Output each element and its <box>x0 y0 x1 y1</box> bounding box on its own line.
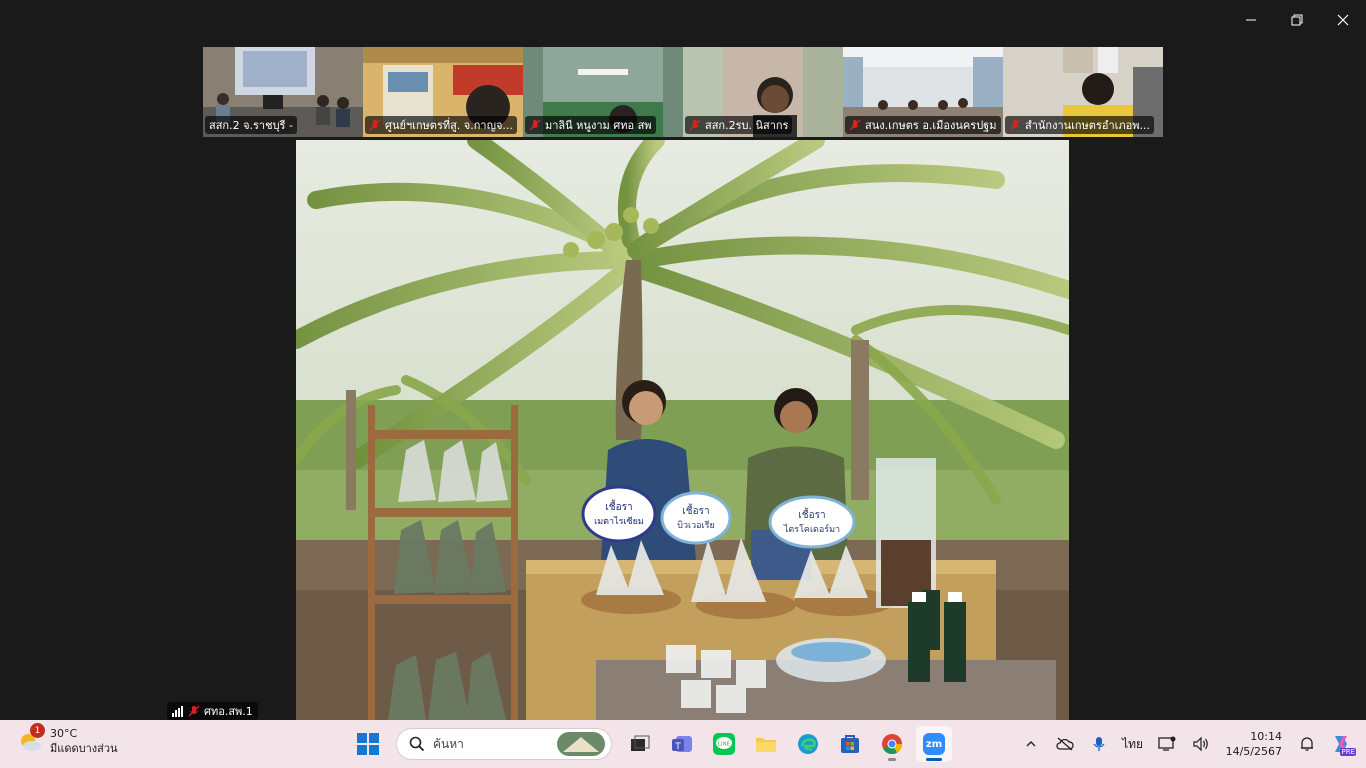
close-button[interactable] <box>1320 0 1366 40</box>
minimize-button[interactable] <box>1228 0 1274 40</box>
weather-widget[interactable]: 1 30°C มีแดดบางส่วน <box>16 723 118 756</box>
copilot-button[interactable]: PRE <box>1326 729 1356 759</box>
search-icon <box>409 736 425 752</box>
participant-name-tag: มาลินี หนูงาม ศทอ สพ <box>525 116 656 134</box>
participant-name-tag: ศูนย์ฯเกษตรที่สู. จ.กาญจ... <box>365 116 517 134</box>
start-button[interactable] <box>350 726 386 762</box>
mic-muted-icon <box>369 119 381 131</box>
minimize-icon <box>1246 19 1256 21</box>
microphone-button[interactable] <box>1084 729 1114 759</box>
participant-tile[interactable]: สสก.2รบ. นิสากร <box>683 47 843 137</box>
participant-name: สนง.เกษตร อ.เมืองนครปฐม <box>865 119 997 132</box>
participant-tile[interactable]: สำนักงานเกษตรอำเภอพ... <box>1003 47 1163 137</box>
volume-button[interactable] <box>1186 729 1216 759</box>
clock[interactable]: 10:14 14/5/2567 <box>1226 729 1282 759</box>
sign-line2: ไตรโคเดอร์มา <box>783 523 840 535</box>
weather-temp: 30°C <box>50 727 78 740</box>
mic-muted-icon <box>529 119 541 131</box>
svg-text:LINE: LINE <box>718 742 731 748</box>
restore-icon <box>1291 14 1303 26</box>
notification-badge: 1 <box>30 723 45 738</box>
mic-muted-icon <box>188 705 200 717</box>
line-icon: LINE <box>713 733 735 755</box>
self-view-name: ศทอ.สพ.1 <box>204 705 253 718</box>
weather-desc: มีแดดบางส่วน <box>50 742 118 755</box>
sign-line1: เชื้อรา <box>605 499 632 513</box>
participant-name: ศูนย์ฯเกษตรที่สู. จ.กาญจ... <box>385 119 513 132</box>
start-icon <box>357 733 379 755</box>
taskbar: 1 30°C มีแดดบางส่วน ค้นหา T LINE zm ไทย … <box>0 720 1366 768</box>
clock-date: 14/5/2567 <box>1225 745 1282 758</box>
sign-beauveria: เชื้อรา บิวเวอเรีย <box>660 491 732 545</box>
taskbar-search[interactable]: ค้นหา <box>396 728 612 760</box>
participant-tile[interactable]: ศูนย์ฯเกษตรที่สู. จ.กาญจ... <box>363 47 523 137</box>
participant-name-tag: สำนักงานเกษตรอำเภอพ... <box>1005 116 1155 134</box>
network-button[interactable] <box>1152 729 1182 759</box>
participant-name-tag: สนง.เกษตร อ.เมืองนครปฐม <box>845 116 1001 134</box>
network-icon <box>1157 736 1176 751</box>
participant-name-tag: สสก.2 จ.ราชบุรี - <box>205 116 297 134</box>
microphone-icon <box>1093 737 1105 751</box>
signal-strength-icon <box>172 705 183 717</box>
zoom-button[interactable]: zm <box>916 726 952 762</box>
mic-muted-icon <box>689 119 701 131</box>
search-placeholder: ค้นหา <box>433 736 464 751</box>
notifications-button[interactable] <box>1292 729 1322 759</box>
participant-name: สำนักงานเกษตรอำเภอพ... <box>1025 119 1151 132</box>
restore-button[interactable] <box>1274 0 1320 40</box>
copilot-badge: PRE <box>1340 748 1356 756</box>
cloud-offline-icon <box>1056 737 1074 751</box>
edge-button[interactable] <box>790 726 826 762</box>
running-indicator <box>888 758 896 761</box>
line-button[interactable]: LINE <box>706 726 742 762</box>
zoom-icon-label: zm <box>925 738 943 750</box>
svg-text:T: T <box>674 742 681 752</box>
chrome-icon <box>882 734 903 755</box>
active-speaker-video[interactable]: เชื้อรา เมตาไรเซียม เชื้อรา บิวเวอเรีย เ… <box>296 140 1069 720</box>
sign-line2: เมตาไรเซียม <box>594 516 644 527</box>
file-explorer-icon <box>756 738 776 752</box>
sign-trichoderma: เชื้อรา ไตรโคเดอร์มา <box>768 495 856 549</box>
chrome-button[interactable] <box>874 726 910 762</box>
show-hidden-icons-button[interactable] <box>1016 729 1046 759</box>
teams-button[interactable]: T <box>664 726 700 762</box>
participant-name: มาลินี หนูงาม ศทอ สพ <box>545 119 652 132</box>
store-icon <box>841 735 859 753</box>
teams-icon: T <box>672 736 692 752</box>
bell-icon <box>1301 737 1313 751</box>
task-view-button[interactable] <box>622 726 658 762</box>
participant-tile[interactable]: สนง.เกษตร อ.เมืองนครปฐม <box>843 47 1003 137</box>
input-language-button[interactable]: ไทย <box>1118 729 1148 759</box>
system-tray: ไทย 10:14 14/5/2567 PRE <box>1016 724 1356 764</box>
sign-metarhizium: เชื้อรา เมตาไรเซียม <box>581 485 657 543</box>
edge-icon <box>798 734 818 754</box>
task-view-icon <box>631 735 650 751</box>
sign-line1: เชื้อรา <box>682 503 709 517</box>
onedrive-button[interactable] <box>1050 729 1080 759</box>
participant-tile[interactable]: มาลินี หนูงาม ศทอ สพ <box>523 47 683 137</box>
self-view-label: ศทอ.สพ.1 <box>167 702 258 720</box>
participant-name: สสก.2รบ. นิสากร <box>705 119 789 132</box>
participant-name-tag: สสก.2รบ. นิสากร <box>685 116 793 134</box>
sign-line1: เชื้อรา <box>798 507 825 521</box>
store-button[interactable] <box>832 726 868 762</box>
participant-tile[interactable]: สสก.2 จ.ราชบุรี - <box>203 47 363 137</box>
sign-line2: บิวเวอเรีย <box>677 520 715 531</box>
language-label: ไทย <box>1122 736 1144 751</box>
search-highlight-icon <box>557 732 605 756</box>
active-indicator <box>926 758 942 761</box>
taskbar-apps: ค้นหา T LINE zm <box>350 724 952 764</box>
mic-muted-icon <box>849 119 861 131</box>
window-controls <box>1228 0 1366 40</box>
participant-strip: สสก.2 จ.ราชบุรี - ศูนย์ฯเกษตรที่สู. จ.กา… <box>203 47 1163 137</box>
speaker-icon <box>1192 736 1208 752</box>
mic-muted-icon <box>1009 119 1021 131</box>
participant-name: สสก.2 จ.ราชบุรี - <box>209 119 293 132</box>
clock-time: 10:14 <box>1250 730 1282 743</box>
video-frame: เชื้อรา เมตาไรเซียม เชื้อรา บิวเวอเรีย เ… <box>296 140 1069 720</box>
file-explorer-button[interactable] <box>748 726 784 762</box>
close-icon <box>1337 14 1349 26</box>
weather-icon: 1 <box>16 723 45 755</box>
chevron-up-icon <box>1026 741 1036 747</box>
